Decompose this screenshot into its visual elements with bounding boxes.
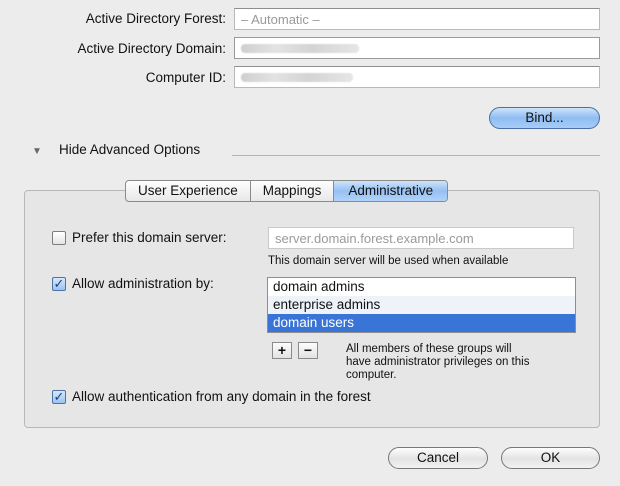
domain-field[interactable] xyxy=(234,37,600,59)
list-item[interactable]: enterprise admins xyxy=(268,296,575,314)
server-note: This domain server will be used when ava… xyxy=(268,255,509,267)
disclosure-triangle-icon[interactable]: ▼ xyxy=(32,146,42,157)
forest-label: Active Directory Forest: xyxy=(85,11,226,26)
allow-auth-checkbox[interactable]: ✓ xyxy=(52,390,66,404)
cancel-button[interactable]: Cancel xyxy=(388,447,488,469)
admin-groups-list[interactable]: domain admins enterprise admins domain u… xyxy=(267,277,576,333)
allow-admin-label: Allow administration by: xyxy=(72,276,214,291)
hide-advanced-options[interactable]: Hide Advanced Options xyxy=(59,142,200,157)
domain-label: Active Directory Domain: xyxy=(77,41,226,56)
tab-administrative[interactable]: Administrative xyxy=(334,181,448,201)
prefer-server-label: Prefer this domain server: xyxy=(72,230,227,245)
bind-button[interactable]: Bind... xyxy=(489,107,600,129)
preferred-server-input[interactable]: server.domain.forest.example.com xyxy=(268,227,574,249)
preferred-server-placeholder: server.domain.forest.example.com xyxy=(275,231,474,246)
computer-id-label: Computer ID: xyxy=(145,70,226,85)
domain-field-obscured-value xyxy=(241,44,359,53)
forest-field[interactable]: – Automatic – xyxy=(234,8,600,30)
tab-user-experience[interactable]: User Experience xyxy=(126,181,251,201)
list-item[interactable]: domain admins xyxy=(268,278,575,296)
allow-admin-checkbox[interactable]: ✓ xyxy=(52,277,66,291)
remove-group-button[interactable]: − xyxy=(298,342,318,359)
separator xyxy=(232,155,600,156)
ok-button[interactable]: OK xyxy=(501,447,600,469)
computer-id-field[interactable] xyxy=(234,66,600,88)
tab-mappings[interactable]: Mappings xyxy=(251,181,335,201)
prefer-server-checkbox[interactable] xyxy=(52,231,66,245)
add-group-button[interactable]: + xyxy=(272,342,292,359)
forest-field-value: – Automatic – xyxy=(241,12,320,27)
tab-bar: User Experience Mappings Administrative xyxy=(125,180,449,202)
allow-auth-label: Allow authentication from any domain in … xyxy=(72,389,371,404)
groups-note-line2: have administrator privileges on this xyxy=(346,356,530,368)
list-item[interactable]: domain users xyxy=(268,314,575,332)
groups-note-line1: All members of these groups will xyxy=(346,343,512,355)
groups-note-line3: computer. xyxy=(346,369,397,381)
computer-id-obscured-value xyxy=(241,73,353,82)
